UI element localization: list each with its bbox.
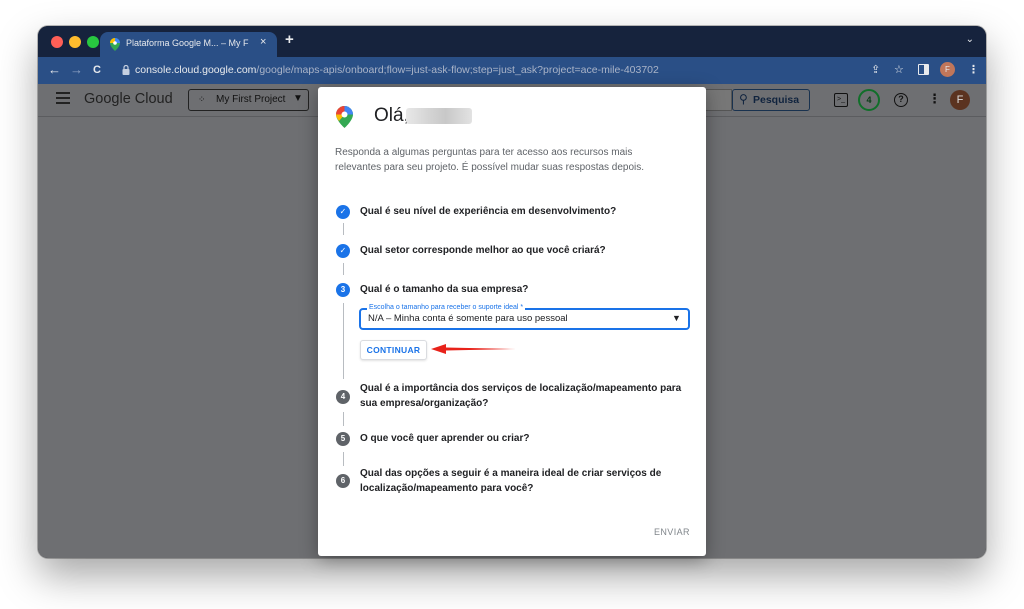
browser-tab[interactable]: Plataforma Google M... – My F × — [100, 32, 277, 57]
browser-toolbar: ← → C console.cloud.google.com/google/ma… — [38, 57, 986, 84]
project-hierarchy-icon: ⁘ — [198, 94, 206, 104]
redacted-username — [406, 108, 472, 124]
tab-search-icon[interactable]: ⌄ — [966, 34, 974, 45]
annotation-arrow-icon — [431, 344, 516, 354]
tab-bar: Plataforma Google M... – My F × + ⌄ — [38, 26, 986, 57]
continue-button[interactable]: CONTINUAR — [360, 340, 427, 360]
search-input[interactable] — [706, 89, 732, 111]
step-4-number: 4 — [336, 390, 350, 404]
dropdown-caret-icon: ▼ — [672, 313, 681, 323]
submit-button[interactable]: ENVIAR — [654, 527, 690, 537]
profile-icon[interactable]: F — [940, 62, 955, 77]
step-6-title[interactable]: Qual das opções a seguir é a maneira ide… — [360, 466, 680, 496]
notifications-badge[interactable]: 4 — [858, 89, 880, 111]
minimize-window-button[interactable] — [69, 36, 81, 48]
new-tab-button[interactable]: + — [285, 31, 294, 48]
step-5-number: 5 — [336, 432, 350, 446]
project-picker-button[interactable]: ⁘ My First Project ▼ — [188, 89, 309, 111]
select-value: N/A – Minha conta é somente para uso pes… — [368, 313, 568, 324]
share-icon[interactable]: ⇪ — [871, 63, 880, 76]
chevron-down-icon: ▼ — [293, 93, 303, 104]
cloud-shell-icon[interactable]: >_ — [834, 93, 848, 107]
more-options-icon[interactable]: ⋮ — [928, 91, 941, 107]
back-icon[interactable]: ← — [48, 62, 61, 77]
address-bar[interactable]: console.cloud.google.com/google/maps-api… — [135, 64, 659, 76]
lock-icon — [122, 65, 130, 75]
step-4-title[interactable]: Qual é a importância dos serviços de loc… — [360, 381, 695, 411]
step-connector — [343, 303, 344, 379]
search-button[interactable]: ⚲ Pesquisa — [732, 89, 810, 111]
select-label: Escolha o tamanho para receber o suporte… — [367, 304, 526, 311]
maps-pin-icon — [110, 38, 120, 51]
project-label: My First Project — [216, 94, 286, 105]
hamburger-menu-icon[interactable] — [56, 92, 70, 104]
step-connector — [343, 263, 344, 275]
star-icon[interactable]: ☆ — [894, 63, 904, 76]
onboarding-dialog: Olá, Responda a algumas perguntas para t… — [318, 87, 706, 556]
help-icon[interactable]: ? — [894, 93, 908, 107]
close-window-button[interactable] — [51, 36, 63, 48]
step-connector — [343, 452, 344, 466]
url-host: console.cloud.google.com — [135, 64, 257, 76]
sidebar-icon[interactable] — [918, 64, 929, 75]
google-cloud-logo[interactable]: Google Cloud — [84, 91, 173, 107]
forward-icon[interactable]: → — [70, 62, 83, 77]
search-icon: ⚲ — [739, 92, 748, 106]
step-connector — [343, 223, 344, 235]
company-size-select[interactable]: Escolha o tamanho para receber o suporte… — [359, 304, 690, 330]
greeting: Olá, — [374, 105, 409, 126]
step-1-title[interactable]: Qual é seu nível de experiência em desen… — [360, 204, 690, 219]
google-maps-icon — [336, 106, 353, 128]
reload-icon[interactable]: C — [93, 64, 101, 76]
intro-text: Responda a algumas perguntas para ter ac… — [335, 147, 645, 173]
step-6-number: 6 — [336, 474, 350, 488]
check-icon: ✓ — [336, 244, 350, 258]
step-5-title[interactable]: O que você quer aprender ou criar? — [360, 431, 690, 446]
check-icon: ✓ — [336, 205, 350, 219]
search-button-label: Pesquisa — [753, 94, 800, 106]
maximize-window-button[interactable] — [87, 36, 99, 48]
tab-title: Plataforma Google M... – My F — [126, 38, 249, 48]
step-3-title[interactable]: Qual é o tamanho da sua empresa? — [360, 282, 690, 297]
step-3-number: 3 — [336, 283, 350, 297]
url-path: /google/maps-apis/onboard;flow=just-ask-… — [256, 64, 659, 76]
tab-close-icon[interactable]: × — [260, 36, 266, 48]
step-connector — [343, 412, 344, 426]
menu-icon[interactable]: ⋮ — [968, 63, 979, 76]
avatar[interactable]: F — [950, 90, 970, 110]
step-2-title[interactable]: Qual setor corresponde melhor ao que voc… — [360, 243, 690, 258]
